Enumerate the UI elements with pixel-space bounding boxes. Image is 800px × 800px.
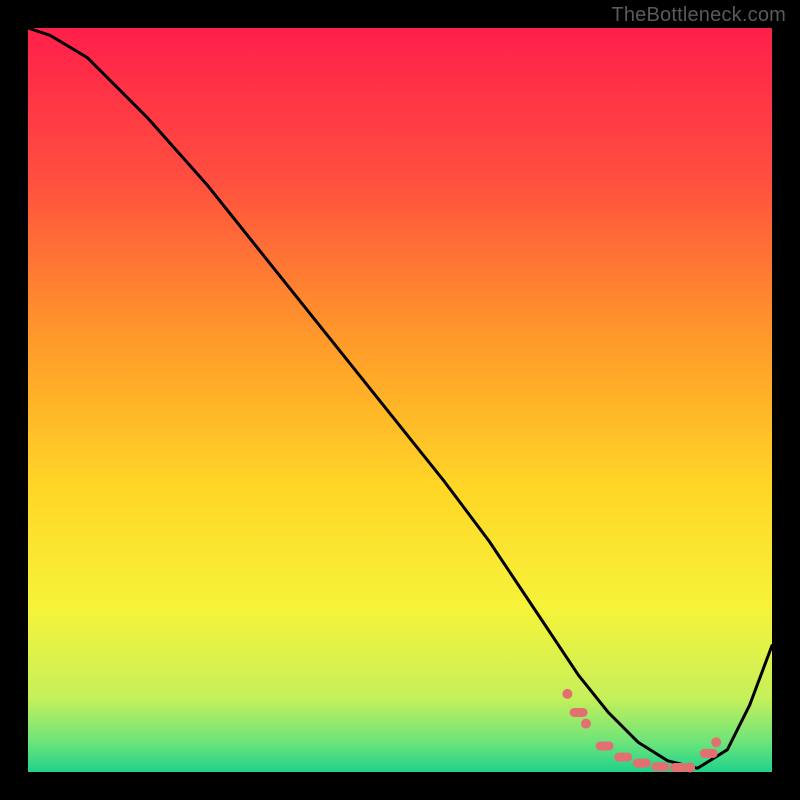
marker-dash (614, 753, 632, 762)
marker-dash (633, 759, 651, 768)
marker-dash (570, 708, 588, 717)
marker-dash (596, 741, 614, 750)
chart-svg (0, 0, 800, 800)
plot-background (28, 28, 772, 772)
marker-dot (685, 763, 695, 773)
marker-dot (562, 689, 572, 699)
marker-dot (581, 719, 591, 729)
attribution-text: TheBottleneck.com (611, 4, 786, 27)
chart-container: TheBottleneck.com (0, 0, 800, 800)
marker-dash (700, 749, 718, 758)
marker-dot (711, 737, 721, 747)
marker-dash (651, 762, 669, 771)
